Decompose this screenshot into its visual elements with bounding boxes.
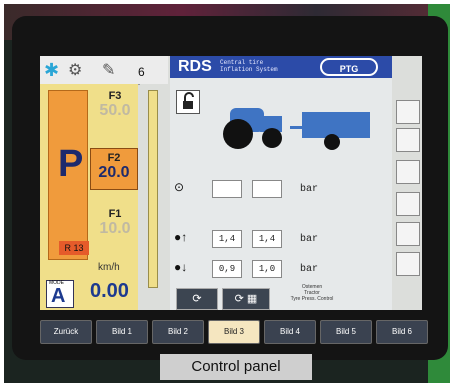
header-count: 6 <box>138 65 145 79</box>
lock-icon[interactable] <box>396 100 420 124</box>
system-note-line3: Tyre Press. Control <box>290 296 334 302</box>
rds-header: RDS Central tire Inflation System PTG <box>170 56 392 78</box>
photo: ✱ ⚙ ✎ 6 P R 13 F3 50.0 F2 20.0 F1 10.0 k… <box>4 4 450 383</box>
gear-f2-value: 20.0 <box>98 164 130 181</box>
tire-gauge-icon: ⊙ <box>174 180 185 194</box>
rds-subtitle-line2: Inflation System <box>220 66 278 73</box>
tab-bild-2[interactable]: Bild 2 <box>152 320 204 344</box>
pressure-rear-low[interactable]: 1,0 <box>252 260 282 278</box>
tractor-trailer-icon <box>223 108 370 150</box>
exit-icon[interactable] <box>396 252 420 276</box>
rds-title: RDS <box>178 58 212 75</box>
speed-value: 0.00 <box>90 280 129 302</box>
park-indicator: P R 13 <box>48 90 89 260</box>
ptg-logo: PTG <box>320 58 378 76</box>
mode-value: A <box>51 285 66 307</box>
gear-f3[interactable]: F3 50.0 <box>92 90 138 120</box>
pressure-front-low[interactable]: 0,9 <box>212 260 242 278</box>
rds-subtitle: Central tire Inflation System <box>220 59 278 73</box>
snowflake-icon: ✱ <box>44 60 60 80</box>
gauge-column <box>140 84 168 310</box>
park-letter: P <box>58 143 84 185</box>
pressure-front-high[interactable]: 1,4 <box>212 230 242 248</box>
monitor-screen: ✱ ⚙ ✎ 6 P R 13 F3 50.0 F2 20.0 F1 10.0 k… <box>40 56 422 310</box>
blank-icon[interactable] <box>396 192 420 216</box>
tab-bild-5[interactable]: Bild 5 <box>320 320 372 344</box>
range-badge: R 13 <box>59 241 89 255</box>
speed-unit: km/h <box>98 262 120 273</box>
wrench-icon: ✎ <box>102 62 116 79</box>
unlock-icon[interactable] <box>176 90 200 114</box>
pressure-front-current <box>212 180 242 198</box>
gear-f1[interactable]: F1 10.0 <box>92 208 138 238</box>
pressure-rear-current <box>252 180 282 198</box>
gear-f2-label: F2 <box>107 152 121 164</box>
grid-icon: ⟳ ▦ <box>234 293 258 305</box>
mode-button[interactable]: MODE A <box>46 280 74 308</box>
tire-down-icon: ●↓ <box>174 260 188 274</box>
pressure-unit-1: bar <box>300 184 319 195</box>
gauge-bar <box>148 90 158 288</box>
gear-f2-selected[interactable]: F2 20.0 <box>90 148 138 190</box>
rds-panel: RDS Central tire Inflation System PTG ⊙ … <box>170 56 392 310</box>
system-note: Ostemen Tractor Tyre Press. Control <box>274 284 350 302</box>
status-header: ✱ ⚙ ✎ 6 <box>40 56 168 85</box>
tractor-rear-icon[interactable] <box>396 160 420 184</box>
tab-bar: Zurück Bild 1 Bild 2 Bild 3 Bild 4 Bild … <box>40 320 440 346</box>
gear-f3-label: F3 <box>108 90 122 102</box>
gear-f3-value: 50.0 <box>99 102 131 119</box>
pressure-unit-2: bar <box>300 234 319 245</box>
pressure-unit-3: bar <box>300 264 319 275</box>
tire-settings-icon[interactable] <box>396 222 420 246</box>
pressure-rear-high[interactable]: 1,4 <box>252 230 282 248</box>
caption: Control panel <box>160 354 312 380</box>
refresh-grid-button[interactable]: ⟳ ▦ <box>222 288 270 310</box>
refresh-icon: ⟳ <box>192 293 202 305</box>
tab-bild-1[interactable]: Bild 1 <box>96 320 148 344</box>
gear-f1-label: F1 <box>108 208 122 220</box>
refresh-button[interactable]: ⟳ <box>176 288 218 310</box>
gear-f1-value: 10.0 <box>99 220 131 237</box>
rds-subtitle-line1: Central tire <box>220 59 264 66</box>
transmission-panel: P R 13 F3 50.0 F2 20.0 F1 10.0 km/h 0.00… <box>40 84 138 310</box>
right-toolbar <box>392 56 422 310</box>
tab-bild-4[interactable]: Bild 4 <box>264 320 316 344</box>
tab-bild-6[interactable]: Bild 6 <box>376 320 428 344</box>
tab-bild-3[interactable]: Bild 3 <box>208 320 260 344</box>
hitch-icon: ⚙ <box>68 62 83 79</box>
tab-zurueck[interactable]: Zurück <box>40 320 92 344</box>
tire-up-icon: ●↑ <box>174 230 188 244</box>
tractor-front-icon[interactable] <box>396 128 420 152</box>
